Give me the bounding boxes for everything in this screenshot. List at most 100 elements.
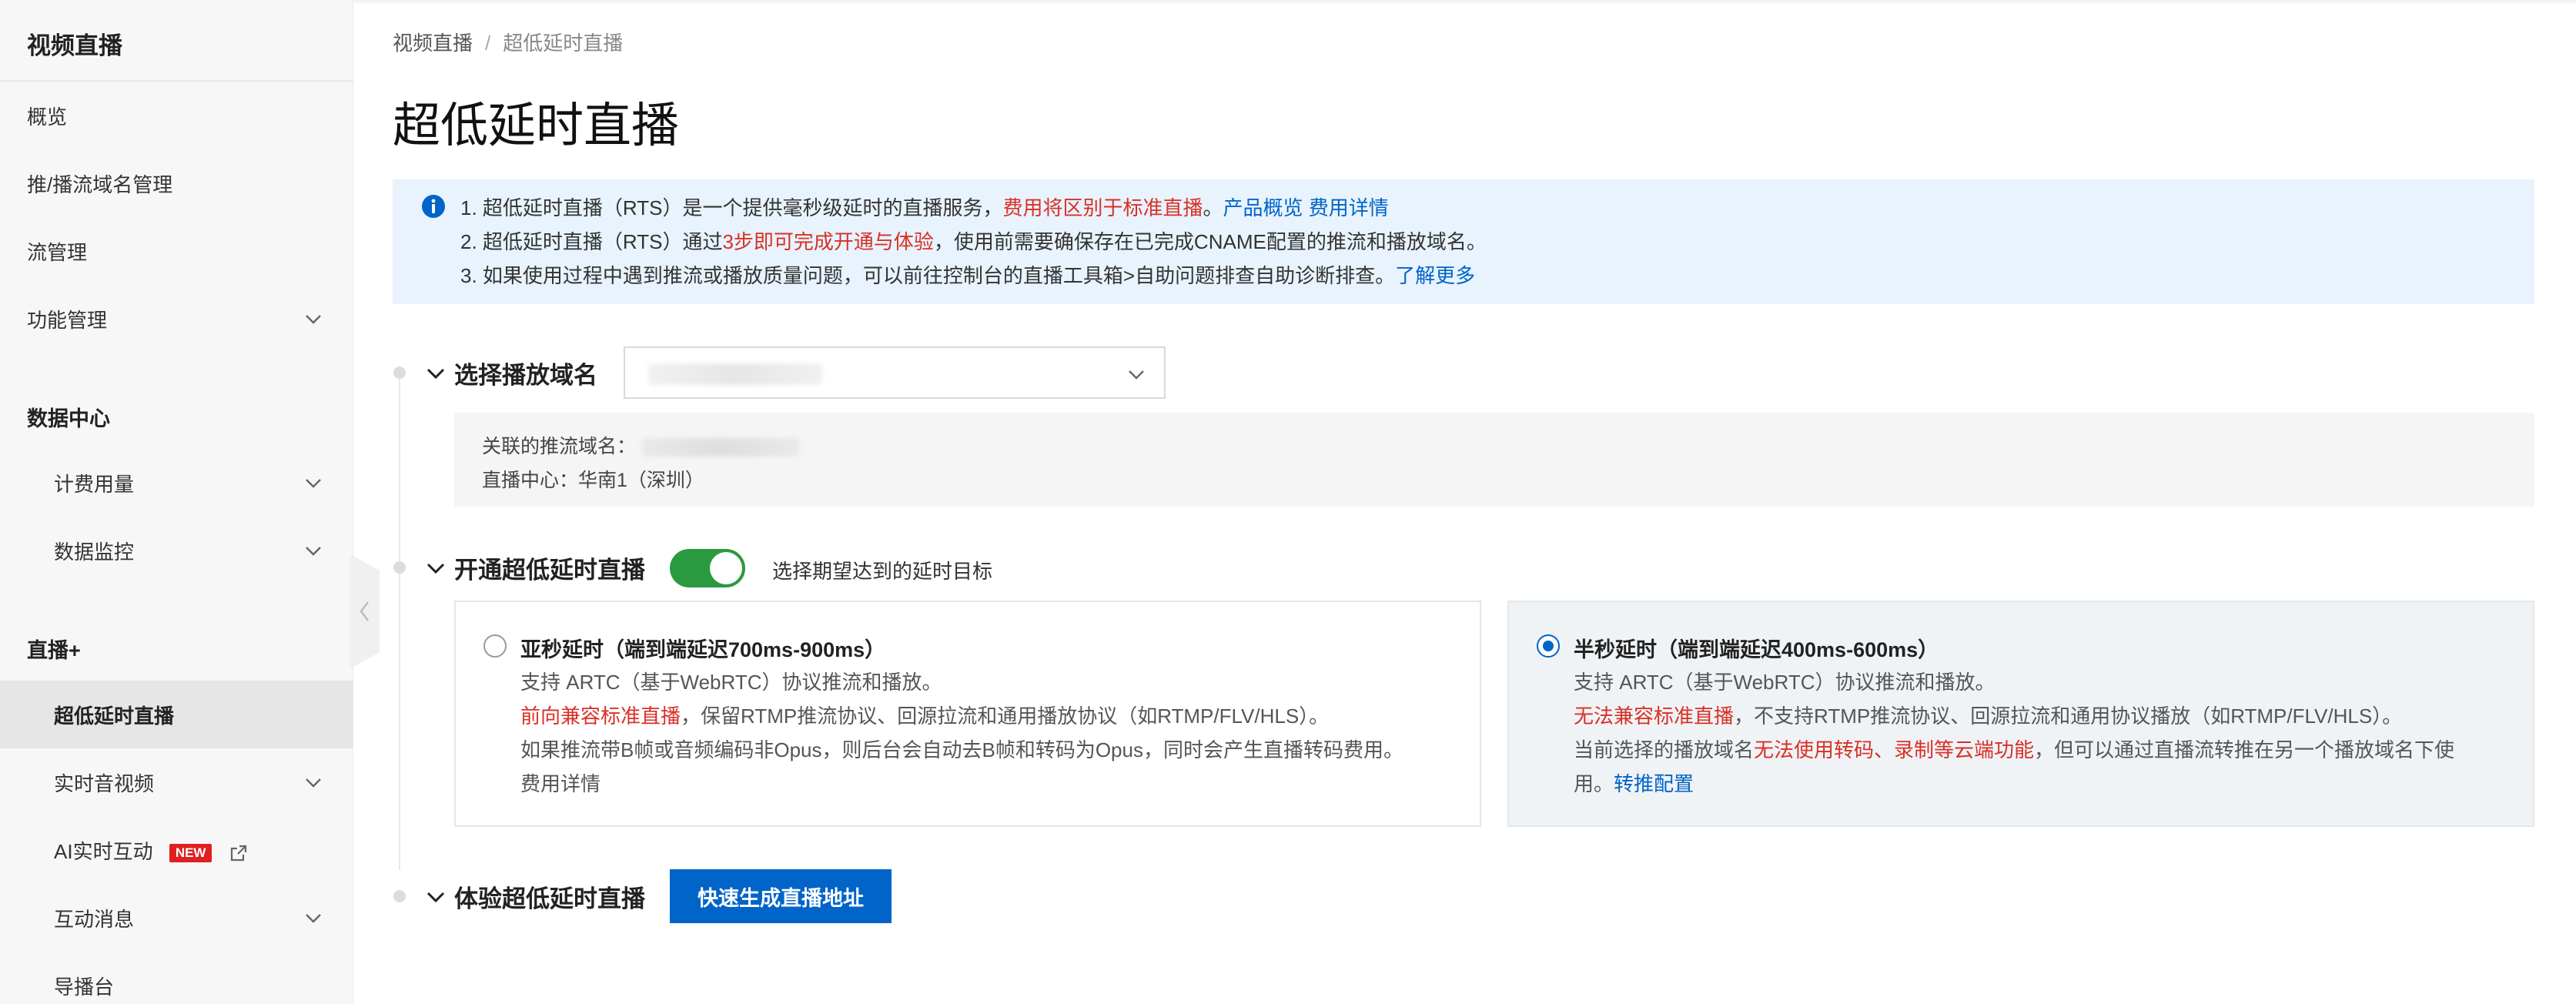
push-domain-label: 关联的推流域名： — [482, 436, 637, 457]
caret-down-icon — [427, 892, 445, 902]
sidebar-item-label: 数据监控 — [54, 540, 135, 564]
sidebar-title: 视频直播 — [27, 32, 122, 59]
page-title: 超低延时直播 — [393, 99, 680, 152]
notice-text: 3. 如果使用过程中遇到推流或播放质量问题，可以前往控制台的直播工具箱>自助问题… — [460, 264, 1396, 287]
option-desc-highlight: 无法使用转码、录制等云端功能 — [1754, 738, 2035, 761]
sidebar-item-feature-management[interactable]: 功能管理 — [0, 285, 353, 353]
sidebar-collapse-toggle[interactable] — [350, 554, 380, 668]
sidebar-item-label: 实时音视频 — [54, 771, 155, 795]
sidebar-item-label: 计费用量 — [54, 472, 135, 496]
sidebar-item-rtc[interactable]: 实时音视频 — [0, 748, 353, 816]
option-desc-highlight: 无法兼容标准直播 — [1574, 704, 1735, 728]
notice-text: ，使用前需要确保存在已完成CNAME配置的推流和播放域名。 — [933, 230, 1487, 253]
pricing-details-link[interactable]: 费用详情 — [520, 768, 601, 797]
chevron-down-icon — [306, 914, 321, 923]
caret-down-icon — [427, 563, 445, 574]
sidebar-item-director[interactable]: 导播台 — [0, 952, 353, 1004]
generate-live-url-button[interactable]: 快速生成直播地址 — [670, 869, 892, 923]
step-dot — [393, 890, 406, 902]
steps-timeline — [399, 377, 400, 870]
chevron-down-icon — [1129, 370, 1144, 380]
option-subsecond-latency[interactable]: 亚秒延时（端到端延迟700ms-900ms） 支持 ARTC（基于WebRTC）… — [454, 601, 1481, 827]
breadcrumb: 视频直播 / 超低延时直播 — [393, 28, 623, 56]
toggle-knob — [710, 552, 742, 584]
notice-line-1: 1. 超低延时直播（RTS）是一个提供毫秒级延时的直播服务，费用将区别于标准直播… — [460, 192, 1389, 221]
sidebar-group-live-plus: 直播+ — [27, 639, 81, 662]
live-center-value: 华南1（深圳） — [578, 470, 704, 491]
option-desc-text: 当前选择的播放域名 — [1574, 738, 1755, 761]
live-center-row: 直播中心：华南1（深圳） — [482, 465, 704, 493]
external-link-icon — [230, 845, 246, 861]
option-desc-2: 前向兼容标准直播，保留RTMP推流协议、回源拉流和通用播放协议（如RTMP/FL… — [520, 701, 1329, 729]
section-select-domain-header[interactable]: 选择播放域名 — [423, 356, 597, 390]
option-desc-3: 如果推流带B帧或音频编码非Opus，则后台会自动去B帧和转码为Opus，同时会产… — [520, 738, 1403, 761]
sidebar: 视频直播 概览 推/播流域名管理 流管理 功能管理 数据中心 计费用量 数据监控… — [0, 0, 353, 1004]
chevron-down-icon — [306, 547, 321, 556]
radio-halfsecond[interactable] — [1537, 634, 1560, 658]
option-title: 半秒延时（端到端延迟400ms-600ms） — [1574, 638, 1939, 661]
latency-target-hint: 选择期望达到的延时目标 — [772, 560, 993, 583]
learn-more-link[interactable]: 了解更多 — [1395, 264, 1475, 287]
option-desc-text: ，但可以通过直播流转推在另一个播放域名下使 — [2034, 738, 2455, 761]
option-desc-2: 无法兼容标准直播，不支持RTMP推流协议、回源拉流和通用协议播放（如RTMP/F… — [1574, 701, 2402, 729]
section-try-header[interactable]: 体验超低延时直播 — [423, 879, 645, 914]
radio-subsecond[interactable] — [483, 634, 507, 658]
sidebar-item-interactive-messages[interactable]: 互动消息 — [0, 884, 353, 952]
push-domain-redacted — [642, 438, 800, 457]
section-title: 体验超低延时直播 — [454, 885, 645, 912]
live-center-label: 直播中心： — [482, 470, 579, 491]
sidebar-item-data-monitoring[interactable]: 数据监控 — [0, 517, 353, 584]
new-badge: NEW — [169, 843, 212, 862]
option-title: 亚秒延时（端到端延迟700ms-900ms） — [520, 638, 886, 661]
section-title: 开通超低延时直播 — [454, 557, 645, 584]
option-desc-1: 支持 ARTC（基于WebRTC）协议推流和播放。 — [520, 671, 942, 694]
option-desc-text: ，不支持RTMP推流协议、回源拉流和通用协议播放（如RTMP/FLV/HLS）。 — [1734, 704, 2403, 728]
top-shadow — [0, 0, 2576, 5]
info-notice: 1. 超低延时直播（RTS）是一个提供毫秒级延时的直播服务，费用将区别于标准直播… — [393, 179, 2534, 304]
option-desc-text: 用。 — [1574, 772, 1614, 795]
section-enable-header[interactable]: 选择播放域名 开通超低延时直播 — [423, 551, 645, 585]
chevron-left-icon — [360, 601, 369, 621]
sidebar-item-domain-management[interactable]: 推/播流域名管理 — [0, 149, 353, 217]
sidebar-item-ultra-low-latency[interactable]: 超低延时直播 — [0, 681, 353, 748]
notice-highlight: 3步即可完成开通与体验 — [722, 230, 934, 253]
sidebar-item-label: 导播台 — [54, 975, 115, 999]
selected-domain-redacted — [648, 363, 822, 385]
notice-line-3: 3. 如果使用过程中遇到推流或播放质量问题，可以前往控制台的直播工具箱>自助问题… — [460, 260, 1475, 289]
chevron-down-icon — [306, 315, 321, 324]
info-icon — [422, 195, 445, 218]
notice-text: 。 — [1203, 196, 1223, 219]
notice-line-2: 2. 超低延时直播（RTS）通过3步即可完成开通与体验，使用前需要确保存在已完成… — [460, 226, 1487, 255]
option-desc-text: ，保留RTMP推流协议、回源拉流和通用播放协议（如RTMP/FLV/HLS）。 — [681, 704, 1330, 728]
option-halfsecond-latency[interactable]: 半秒延时（端到端延迟400ms-600ms） 支持 ARTC（基于WebRTC）… — [1507, 601, 2534, 827]
notice-highlight: 费用将区别于标准直播 — [1002, 196, 1203, 219]
option-desc-3: 当前选择的播放域名无法使用转码、录制等云端功能，但可以通过直播流转推在另一个播放… — [1574, 735, 2454, 763]
option-desc-highlight: 前向兼容标准直播 — [520, 704, 681, 728]
sidebar-group-data-center: 数据中心 — [27, 407, 110, 430]
sidebar-item-ai-interaction[interactable]: AI实时互动 NEW — [0, 816, 353, 884]
product-overview-link[interactable]: 产品概览 — [1223, 196, 1303, 219]
sidebar-item-label: AI实时互动 NEW — [0, 836, 249, 865]
chevron-down-icon — [306, 479, 321, 488]
breadcrumb-current: 超低延时直播 — [503, 32, 624, 55]
pricing-details-link[interactable]: 费用详情 — [1309, 196, 1389, 219]
relay-config-link[interactable]: 转推配置 — [1614, 772, 1694, 795]
sidebar-item-billing-usage[interactable]: 计费用量 — [0, 449, 353, 517]
breadcrumb-root[interactable]: 视频直播 — [393, 32, 473, 55]
domain-info-panel: 关联的推流域名： 直播中心：华南1（深圳） — [454, 413, 2534, 507]
sidebar-item-overview[interactable]: 概览 — [0, 82, 353, 149]
chevron-down-icon — [306, 778, 321, 788]
sidebar-item-label: 互动消息 — [54, 907, 135, 931]
breadcrumb-separator: / — [485, 32, 491, 55]
sidebar-item-stream-management[interactable]: 流管理 — [0, 217, 353, 285]
notice-text: 1. 超低延时直播（RTS）是一个提供毫秒级延时的直播服务， — [460, 196, 1003, 219]
section-title: 选择播放域名 — [454, 362, 597, 389]
step-dot — [393, 561, 406, 574]
sidebar-item-label: 功能管理 — [27, 308, 108, 332]
sidebar-item-label: 超低延时直播 — [54, 704, 175, 728]
enable-rts-toggle[interactable] — [670, 549, 745, 587]
step-dot — [393, 366, 406, 379]
caret-down-icon — [427, 368, 445, 379]
sidebar-item-label: 流管理 — [27, 240, 88, 264]
play-domain-select[interactable] — [624, 346, 1166, 399]
